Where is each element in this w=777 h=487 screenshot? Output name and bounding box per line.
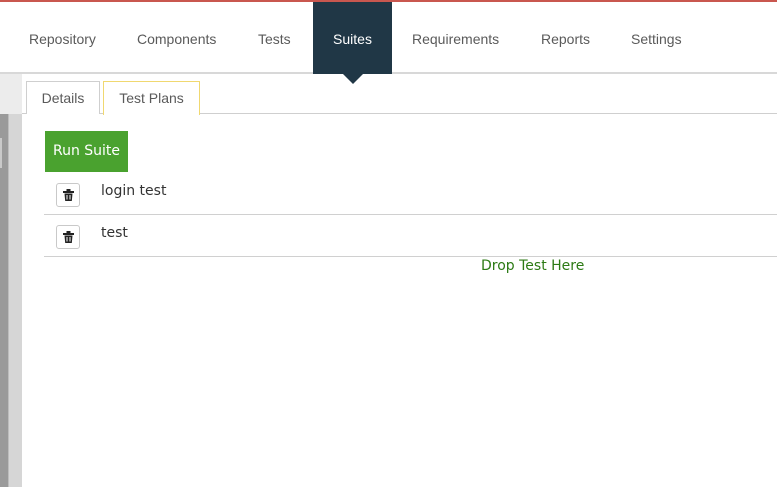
test-plan-name: login test [101, 183, 167, 199]
delete-plan-button[interactable] [56, 183, 80, 207]
delete-plan-button[interactable] [56, 225, 80, 249]
sidebar-resize-handle[interactable] [0, 138, 2, 168]
nav-settings[interactable]: Settings [631, 2, 682, 74]
nav-components[interactable]: Components [137, 2, 216, 74]
nav-tests[interactable]: Tests [258, 2, 291, 74]
drop-test-zone[interactable]: Drop Test Here [481, 258, 584, 274]
test-plan-row: login test [44, 173, 777, 215]
test-plan-name: test [101, 225, 128, 241]
trash-icon [63, 231, 74, 243]
test-plan-row: test [44, 215, 777, 257]
nav-reports[interactable]: Reports [541, 2, 590, 74]
run-suite-button[interactable]: Run Suite [45, 131, 128, 172]
trash-icon [63, 189, 74, 201]
nav-suites-label: Suites [333, 31, 372, 47]
sidebar-resize-divider[interactable] [8, 114, 22, 487]
nav-repository[interactable]: Repository [29, 2, 96, 74]
tab-details[interactable]: Details [26, 81, 100, 114]
nav-suites[interactable]: Suites [313, 2, 392, 84]
top-navigation: Repository Components Tests Suites Requi… [0, 2, 777, 84]
suite-tabs: Details Test Plans [22, 74, 777, 115]
tab-test-plans[interactable]: Test Plans [103, 81, 200, 115]
nav-requirements[interactable]: Requirements [412, 2, 499, 74]
sidebar-panel [0, 114, 8, 487]
left-sidebar-collapsed [0, 74, 22, 487]
